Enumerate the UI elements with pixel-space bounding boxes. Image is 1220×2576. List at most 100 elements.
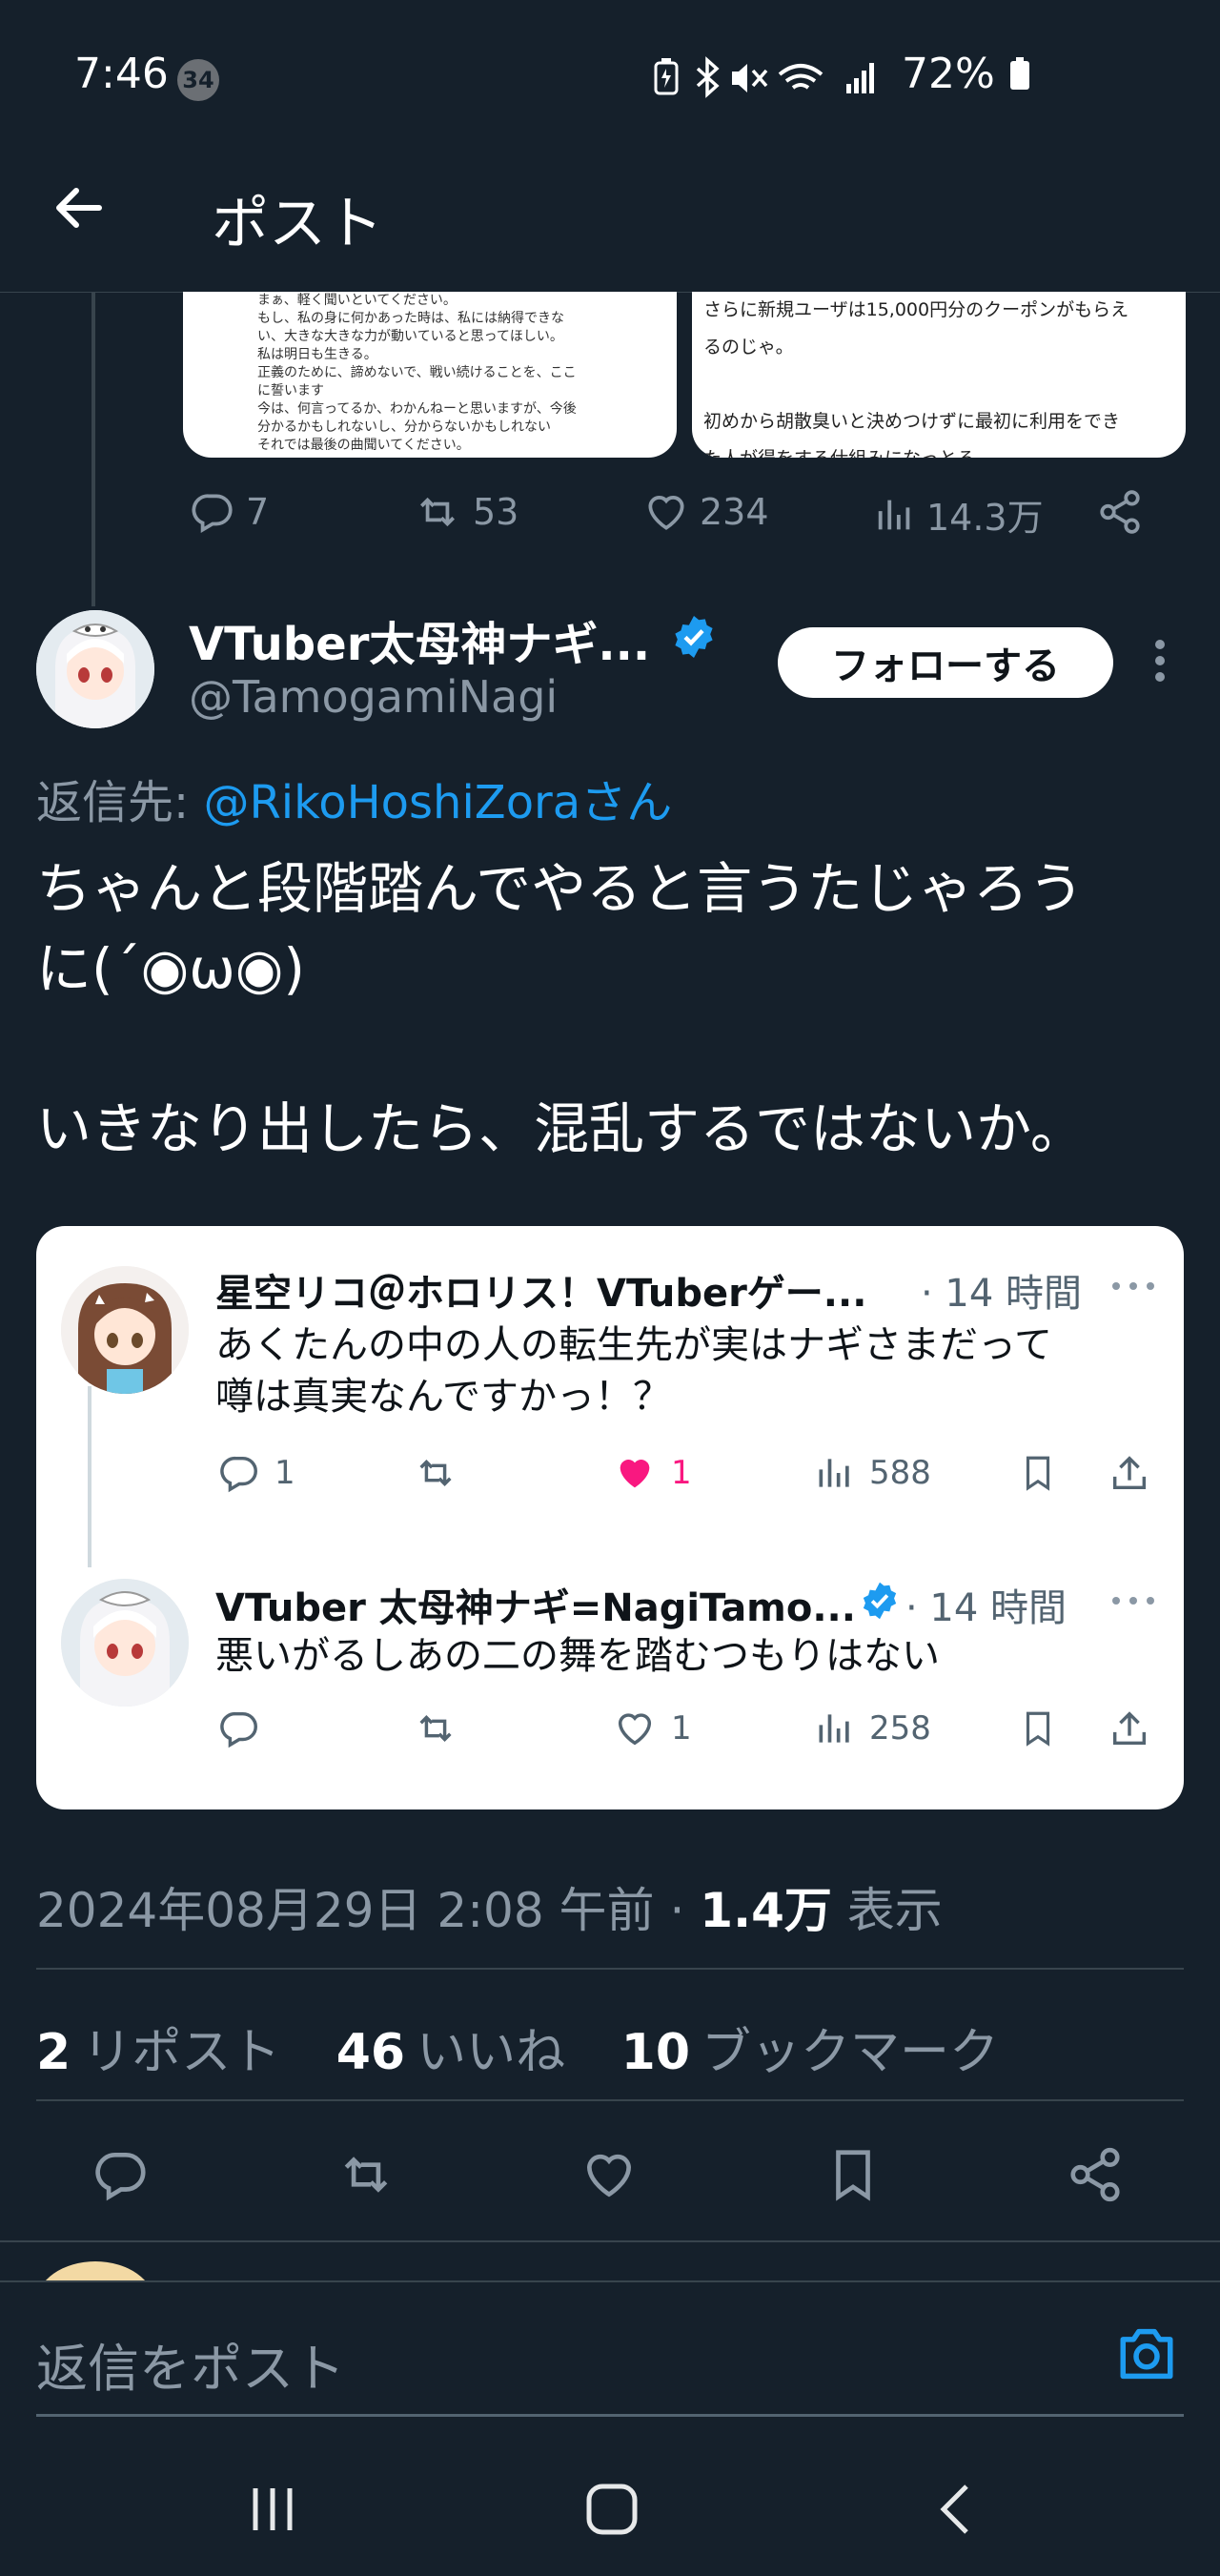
thread-connector-line [92,292,95,606]
camera-icon [1120,2328,1173,2380]
bookmark-icon [836,2150,870,2201]
verified-badge-icon [671,614,717,660]
quoted-1-time[interactable]: · 14 時間 [921,1262,1082,1318]
divider [0,2240,1220,2242]
bookmark-icon [1026,1456,1050,1491]
camera-button[interactable] [1115,2326,1178,2382]
image-1-text: まぁ、軽く聞いといてください。 もし、私の身に何かあった時は、私には納得できな … [257,293,577,453]
reply-to-user-link[interactable]: @RikoHoshiZoraさん [203,776,672,829]
status-icons [648,55,896,99]
repost-button[interactable] [334,2145,398,2204]
like-button[interactable] [580,2145,639,2204]
tweet-text: ちゃんと段階踏んでやると言うたじゃろう に(´◉ω◉) いきなり出したら、混乱す… [36,856,1086,1161]
recents-nav-icon [253,2488,293,2530]
like-icon [587,2154,631,2198]
likes-stat[interactable]: 46 いいね [336,2024,565,2081]
quoted-2-time[interactable]: · 14 時間 [905,1577,1067,1632]
page-title: ポスト [212,191,383,257]
quoted-1-text: あくたんの中の人の転生先が実はナギさまだって 噂は真実なんですかっ！？ [215,1323,1052,1419]
views-count: 1.4万 [700,1883,832,1938]
quoted-1-reply-button[interactable]: 1 [217,1451,295,1495]
more-options-button[interactable] [1153,639,1167,683]
engagement-stats: 2 リポスト 46 いいね 10 ブックマーク [36,2012,1039,2083]
previous-repost-count: 53 [473,491,519,533]
mute-icon [732,64,768,92]
more-horizontal-icon [1112,1597,1154,1605]
previous-post-image-1[interactable]: まぁ、軽く聞いといてください。 もし、私の身に何かあった時は、私には納得できな … [183,292,677,458]
previous-repost-button[interactable]: 53 [412,488,518,536]
tweet-meta: 2024年08月29日 2:08 午前 · 1.4万 表示 [36,1872,943,1941]
like-icon [648,496,684,530]
notification-count-badge: 34 [177,59,219,101]
reposts-stat[interactable]: 2 リポスト [36,2024,280,2081]
home-nav-button[interactable] [585,2483,639,2536]
back-arrow-icon [56,188,102,228]
meta-separator: · [669,1883,685,1938]
author-avatar[interactable] [36,610,154,728]
quoted-2-repost-button[interactable] [412,1707,459,1750]
liked-heart-icon [620,1460,650,1488]
quoted-thread-card[interactable]: 星空リコ＠ホロリス！VTuberゲー... · 14 時間 あくたんの中の人の転… [36,1226,1184,1809]
tweet-date[interactable]: 2024年08月29日 2:08 午前 [36,1883,655,1938]
battery-saver-icon [654,58,679,95]
quoted-2-bookmark-button[interactable] [1018,1707,1058,1750]
previous-share-button[interactable] [1096,488,1144,536]
previous-like-count: 234 [700,491,769,533]
quoted-2-views-button[interactable]: 258 [814,1707,931,1750]
quoted-1-repost-button[interactable] [412,1451,459,1495]
quoted-2-share-button[interactable] [1108,1707,1151,1750]
upload-icon [1112,1711,1147,1746]
repost-icon [419,1715,452,1742]
back-nav-button[interactable] [930,2483,984,2536]
reply-icon [95,2153,146,2201]
bookmarks-stat[interactable]: 10 ブックマーク [621,2024,999,2081]
upload-icon [1112,1456,1147,1490]
bookmark-icon [1026,1711,1050,1747]
quoted-2-more-button[interactable] [1111,1596,1155,1605]
previous-post-image-2[interactable]: さらに新規ユーザは15,000円分のクーポンがもらえ るのじゃ。 初めから胡散臭… [692,292,1186,458]
previous-views-button[interactable]: 14.3万 [873,488,1044,541]
quoted-2-author-name[interactable]: VTuber 太母神ナギ=NagiTamo... [215,1577,856,1632]
share-button[interactable] [1066,2145,1125,2204]
bookmark-button[interactable] [824,2145,883,2204]
quoted-1-author-name[interactable]: 星空リコ＠ホロリス！VTuberゲー... [215,1262,866,1318]
home-nav-icon [586,2484,638,2535]
share-icon [1100,490,1140,534]
like-icon [618,1713,652,1746]
reply-input[interactable]: 返信をポスト [36,2326,345,2402]
quoted-avatar-2[interactable] [61,1579,189,1707]
quoted-1-views-button[interactable]: 588 [814,1451,931,1495]
quoted-avatar-1[interactable] [61,1266,189,1394]
quoted-2-like-button[interactable]: 1 [612,1707,692,1750]
quoted-1-bookmark-button[interactable] [1018,1451,1058,1495]
back-button[interactable] [50,179,107,236]
previous-like-button[interactable]: 234 [642,488,769,536]
reply-icon [192,494,233,534]
next-reply-peek [0,2246,1220,2282]
follow-button[interactable]: フォローする [778,627,1113,698]
image-2-text: さらに新規ユーザは15,000円分のクーポンがもらえ るのじゃ。 初めから胡散臭… [703,299,1129,458]
views-icon [819,1459,849,1487]
back-nav-icon [940,2484,968,2534]
recents-nav-button[interactable] [246,2483,299,2536]
author-name[interactable]: VTuber太母神ナギ... [189,606,650,673]
quoted-2-verified-badge-icon [860,1581,900,1621]
quoted-1-more-button[interactable] [1111,1281,1155,1291]
more-vertical-icon [1155,640,1165,682]
previous-reply-button[interactable]: 7 [189,488,269,536]
bluetooth-icon [696,56,720,98]
quoted-1-share-button[interactable] [1108,1451,1151,1495]
views-label: 表示 [846,1883,943,1938]
system-navigation-bar [0,2441,1220,2576]
divider [36,1968,1184,1970]
quoted-2-reply-button[interactable] [217,1707,261,1750]
repost-icon [420,497,455,527]
quoted-1-like-button[interactable]: 1 [612,1451,692,1495]
battery-percentage: 72% [902,50,1031,98]
quoted-2-text: 悪いがるしあの二の舞を踏むつもりはない [215,1634,940,1678]
quoted-1-reply-count: 1 [274,1454,295,1492]
reply-button[interactable] [92,2145,151,2204]
quoted-2-views-count: 258 [869,1709,931,1748]
more-horizontal-icon [1112,1282,1154,1290]
author-handle[interactable]: @TamogamiNagi [189,671,558,723]
